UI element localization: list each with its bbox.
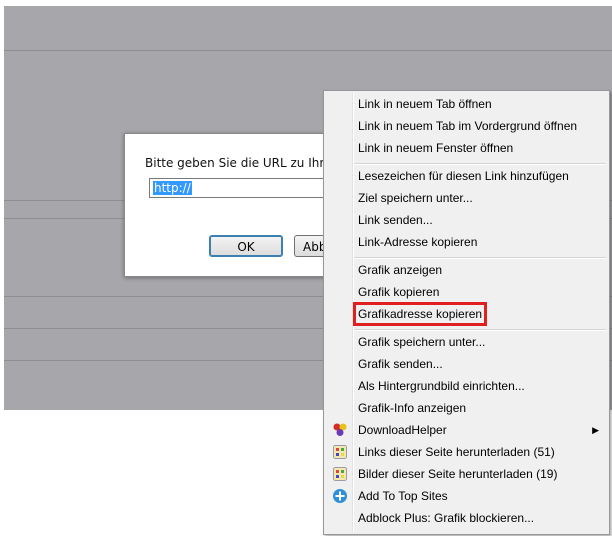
menu-item-send-image[interactable]: Grafik senden... bbox=[324, 353, 609, 375]
overlay-line bbox=[4, 50, 612, 51]
menu-item-copy-image[interactable]: Grafik kopieren bbox=[324, 281, 609, 303]
menu-item-view-image[interactable]: Grafik anzeigen bbox=[324, 259, 609, 281]
menu-item-open-link-new-window[interactable]: Link in neuem Fenster öffnen bbox=[324, 137, 609, 159]
add-top-sites-icon bbox=[332, 488, 348, 504]
menu-item-send-link[interactable]: Link senden... bbox=[324, 209, 609, 231]
menu-item-downloadhelper[interactable]: DownloadHelper ▶ bbox=[324, 419, 609, 441]
submenu-arrow-icon: ▶ bbox=[592, 425, 599, 435]
menu-item-set-desktop-background[interactable]: Als Hintergrundbild einrichten... bbox=[324, 375, 609, 397]
download-images-icon bbox=[332, 466, 348, 482]
menu-item-download-images[interactable]: Bilder dieser Seite herunterladen (19) bbox=[324, 463, 609, 485]
menu-item-image-info[interactable]: Grafik-Info anzeigen bbox=[324, 397, 609, 419]
highlight-box bbox=[353, 302, 487, 326]
menu-item-add-to-top-sites[interactable]: Add To Top Sites bbox=[324, 485, 609, 507]
url-input-value: http:// bbox=[153, 181, 192, 195]
context-menu: Link in neuem Tab öffnen Link in neuem T… bbox=[323, 90, 610, 535]
url-input[interactable]: http:// bbox=[149, 178, 340, 198]
dialog-prompt-text: Bitte geben Sie die URL zu Ihrer G bbox=[145, 156, 350, 170]
menu-item-open-link-new-tab-foreground[interactable]: Link in neuem Tab im Vordergrund öffnen bbox=[324, 115, 609, 137]
menu-item-download-links[interactable]: Links dieser Seite herunterladen (51) bbox=[324, 441, 609, 463]
downloadhelper-icon bbox=[332, 422, 348, 438]
menu-item-save-image[interactable]: Grafik speichern unter... bbox=[324, 331, 609, 353]
menu-item-copy-link-address[interactable]: Link-Adresse kopieren bbox=[324, 231, 609, 253]
menu-item-open-link-new-tab[interactable]: Link in neuem Tab öffnen bbox=[324, 93, 609, 115]
url-prompt-dialog: Bitte geben Sie die URL zu Ihrer G http:… bbox=[124, 133, 354, 277]
ok-button[interactable]: OK bbox=[209, 235, 283, 257]
menu-item-adblock-block-image[interactable]: Adblock Plus: Grafik blockieren... bbox=[324, 507, 609, 529]
menu-item-save-target[interactable]: Ziel speichern unter... bbox=[324, 187, 609, 209]
download-links-icon bbox=[332, 444, 348, 460]
menu-item-bookmark-link[interactable]: Lesezeichen für diesen Link hinzufügen bbox=[324, 165, 609, 187]
